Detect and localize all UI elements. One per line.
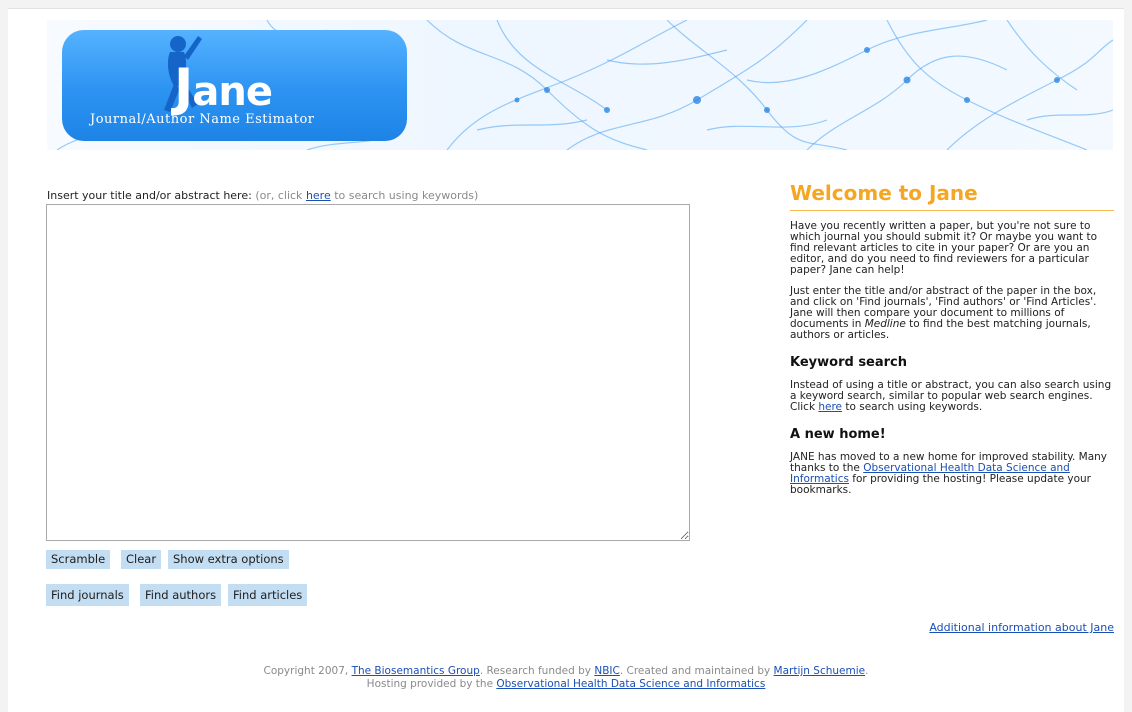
jane-logo[interactable]: Jane Journal/Author Name Estimator [62,30,407,141]
keyword-here-link[interactable]: here [818,401,842,413]
author-link[interactable]: Martijn Schuemie [774,665,866,677]
logo-subtitle: Journal/Author Name Estimator [90,112,315,127]
page: Jane Journal/Author Name Estimator Inser… [8,8,1124,712]
keyword-search-heading: Keyword search [790,355,908,370]
sidebar: Welcome to Jane Have you recently writte… [790,181,1114,496]
footer-line-1: Copyright 2007, The Biosemantics Group. … [8,665,1124,678]
scramble-button[interactable]: Scramble [46,550,111,569]
keyword-hint: (or, click here to search using keywords… [255,189,478,202]
new-home-paragraph: JANE has moved to a new home for improve… [790,452,1114,496]
clear-button[interactable]: Clear [121,550,162,569]
logo-title: Jane [174,58,273,118]
keyword-search-paragraph: Instead of using a title or abstract, yo… [790,380,1114,413]
find-journals-button[interactable]: Find journals [46,584,129,606]
how-to-paragraph: Just enter the title and/or abstract of … [790,286,1114,341]
new-home-heading: A new home! [790,427,886,442]
show-extra-options-button[interactable]: Show extra options [168,550,289,569]
intro-paragraph: Have you recently written a paper, but y… [790,220,1098,276]
footer-created: . Created and maintained by [619,665,774,677]
nbic-link[interactable]: NBIC [594,665,620,677]
footer-ohdsi-link[interactable]: Observational Health Data Science and In… [496,678,765,690]
find-authors-button[interactable]: Find authors [140,584,222,606]
footer-period: . [865,665,869,677]
additional-info-link[interactable]: Additional information about Jane [929,621,1114,634]
footer-copyright: Copyright 2007, [263,665,352,677]
keyword-search-link[interactable]: here [306,189,331,202]
welcome-heading: Welcome to Jane [790,181,1114,211]
footer-funded: . Research funded by [479,665,595,677]
footer: Copyright 2007, The Biosemantics Group. … [8,665,1124,691]
footer-hosting: Hosting provided by the [366,678,497,690]
abstract-instructions: Insert your title and/or abstract here: … [47,189,478,202]
keyword-text-2: to search using keywords. [842,401,983,413]
keyword-hint-suffix: to search using keywords) [330,189,479,202]
footer-line-2: Hosting provided by the Observational He… [8,678,1124,691]
header-banner: Jane Journal/Author Name Estimator [47,20,1113,150]
keyword-hint-prefix: (or, click [255,189,306,202]
biosemantics-link[interactable]: The Biosemantics Group [352,665,480,677]
abstract-textarea[interactable] [46,204,690,541]
logo-title-initial: J [174,58,193,118]
find-articles-button[interactable]: Find articles [228,584,308,606]
logo-title-text: ane [192,69,273,115]
abstract-label: Insert your title and/or abstract here: [47,189,252,202]
